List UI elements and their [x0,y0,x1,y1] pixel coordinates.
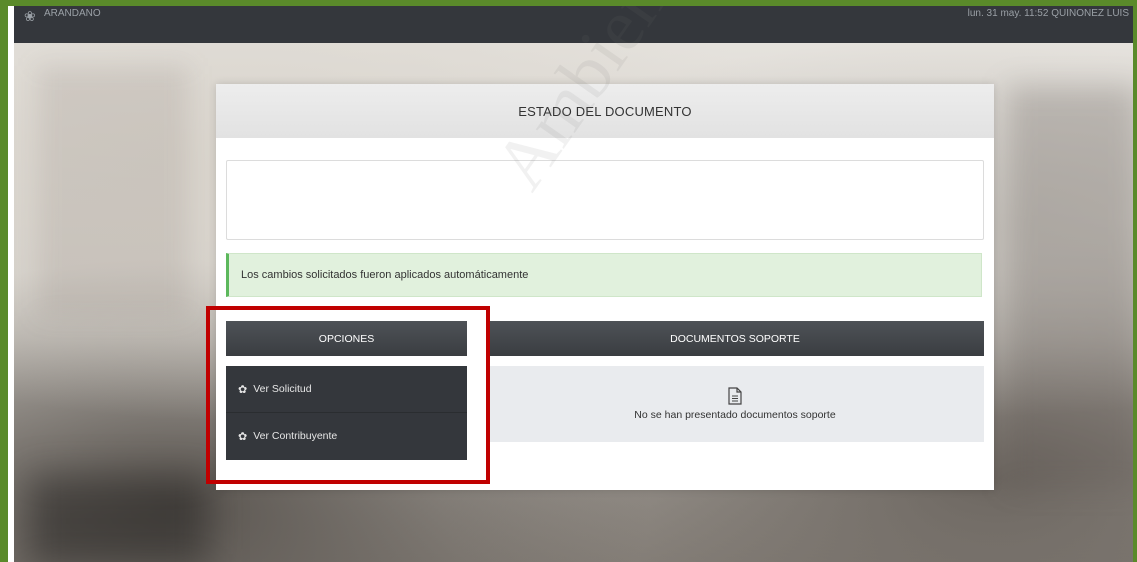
status-content-box [226,160,984,240]
highlight-box [206,306,490,484]
frame-inner-edge [8,6,14,562]
app-logo-icon: ❀ [24,8,36,24]
app-brand[interactable]: ARANDANO [44,8,101,19]
background-blur [38,66,188,316]
support-documents-body: No se han presentado documentos soporte [486,366,984,442]
success-alert: Los cambios solicitados fueron aplicados… [226,253,982,297]
background-blur [28,476,208,562]
document-icon [728,387,742,405]
card-title: ESTADO DEL DOCUMENTO [216,84,994,138]
user-info[interactable]: lun. 31 may. 11:52 QUINONEZ LUIS [968,8,1129,19]
support-documents-header: DOCUMENTOS SOPORTE [486,321,984,356]
background-blur [1008,86,1133,486]
top-navbar: ❀ ARANDANO lun. 31 may. 11:52 QUINONEZ L… [14,6,1133,43]
no-documents-text: No se han presentado documentos soporte [634,409,836,421]
support-documents-header-label: DOCUMENTOS SOPORTE [670,332,800,345]
screenshot-frame: ❀ ARANDANO lun. 31 may. 11:52 QUINONEZ L… [0,0,1137,562]
alert-message: Los cambios solicitados fueron aplicados… [241,269,529,281]
